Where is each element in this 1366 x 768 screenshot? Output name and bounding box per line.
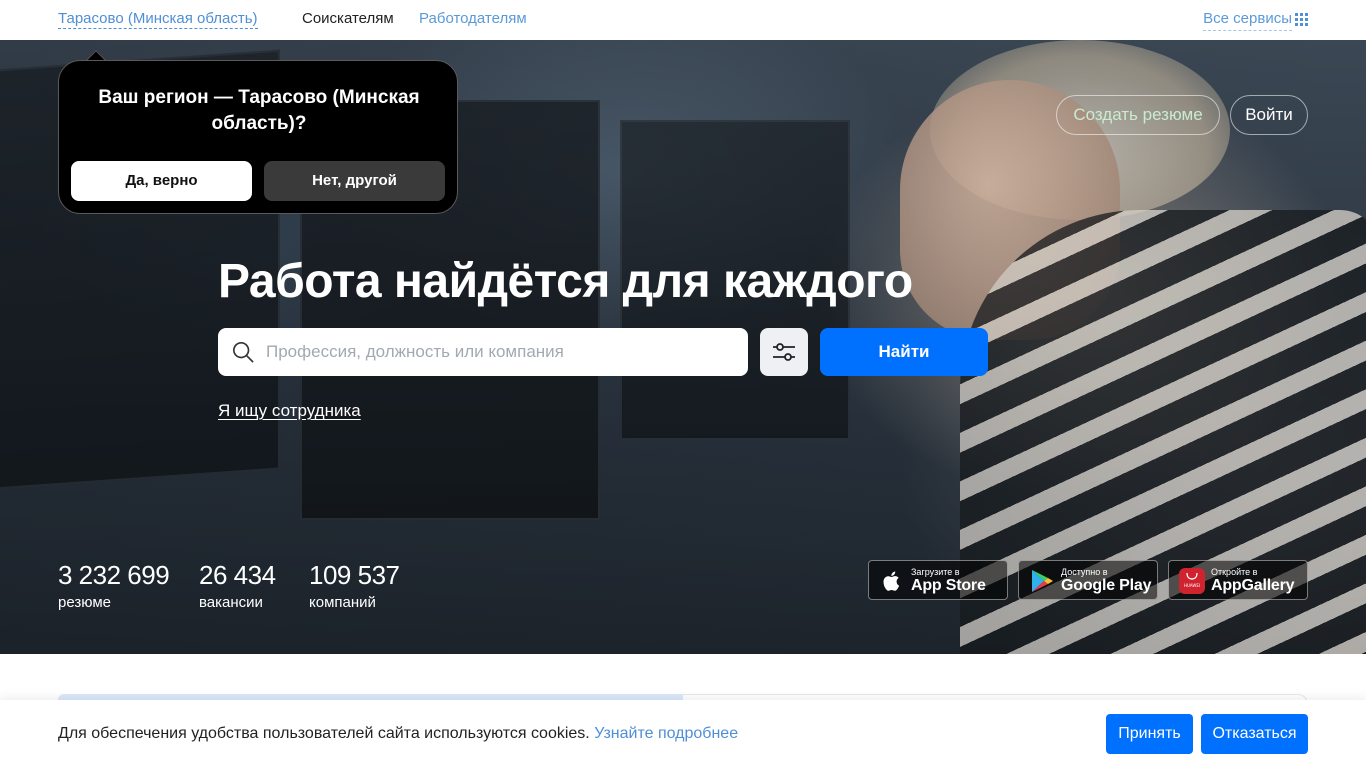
nav-employers[interactable]: Работодателям xyxy=(419,10,527,28)
stat-label: компаний xyxy=(309,594,376,611)
store-big-text: Google Play xyxy=(1061,577,1152,594)
top-bar: Тарасово (Минская область) Соискателям Р… xyxy=(0,0,1366,40)
google-play-icon xyxy=(1032,570,1053,592)
google-play-button[interactable]: Доступно в Google Play xyxy=(1018,560,1158,600)
region-confirm-button[interactable]: Да, верно xyxy=(71,161,252,201)
nav-seekers[interactable]: Соискателям xyxy=(302,10,394,28)
svg-text:HUAWEI: HUAWEI xyxy=(1184,583,1200,588)
cookie-more-link[interactable]: Узнайте подробнее xyxy=(594,725,738,742)
cookie-accept-button[interactable]: Принять xyxy=(1106,714,1193,754)
cookie-banner: Для обеспечения удобства пользователей с… xyxy=(0,700,1366,768)
grid-icon[interactable] xyxy=(1295,13,1308,26)
huawei-icon: HUAWEI xyxy=(1179,568,1205,594)
employer-link[interactable]: Я ищу сотрудника xyxy=(218,401,361,421)
all-services-link[interactable]: Все сервисы xyxy=(1203,10,1292,31)
stat-value: 109 537 xyxy=(309,560,400,590)
apple-icon xyxy=(883,571,900,591)
stat-value: 3 232 699 xyxy=(58,560,170,590)
store-small-text: Откройте в xyxy=(1211,567,1258,577)
find-button[interactable]: Найти xyxy=(820,328,988,376)
stat-label: вакансии xyxy=(199,594,263,611)
region-popup: Ваш регион — Тарасово (Минская область)?… xyxy=(58,60,458,214)
cookie-message: Для обеспечения удобства пользователей с… xyxy=(58,725,590,742)
search-input[interactable] xyxy=(266,328,736,376)
app-gallery-button[interactable]: HUAWEI Откройте в AppGallery xyxy=(1168,560,1308,600)
search-icon xyxy=(233,342,254,363)
login-button[interactable]: Войти xyxy=(1230,95,1308,135)
store-small-text: Доступно в xyxy=(1061,567,1108,577)
stat-vacancies: 26 434 вакансии xyxy=(199,560,276,612)
cookie-decline-button[interactable]: Отказаться xyxy=(1201,714,1308,754)
stat-label: резюме xyxy=(58,594,111,611)
store-big-text: AppGallery xyxy=(1211,577,1295,594)
filter-button[interactable] xyxy=(760,328,808,376)
create-resume-button[interactable]: Создать резюме xyxy=(1056,95,1220,135)
hero-title: Работа найдётся для каждого xyxy=(218,255,913,308)
stat-resumes: 3 232 699 резюме xyxy=(58,560,170,612)
store-small-text: Загрузите в xyxy=(911,567,960,577)
stat-companies: 109 537 компаний xyxy=(309,560,400,612)
search-box[interactable] xyxy=(218,328,748,376)
region-question: Ваш регион — Тарасово (Минская область)? xyxy=(98,87,420,134)
region-change-button[interactable]: Нет, другой xyxy=(264,161,445,201)
region-link[interactable]: Тарасово (Минская область) xyxy=(58,10,258,29)
app-store-button[interactable]: Загрузите в App Store xyxy=(868,560,1008,600)
store-big-text: App Store xyxy=(911,577,986,594)
cookie-text: Для обеспечения удобства пользователей с… xyxy=(58,725,738,743)
filter-icon xyxy=(773,343,795,361)
stat-value: 26 434 xyxy=(199,560,276,590)
